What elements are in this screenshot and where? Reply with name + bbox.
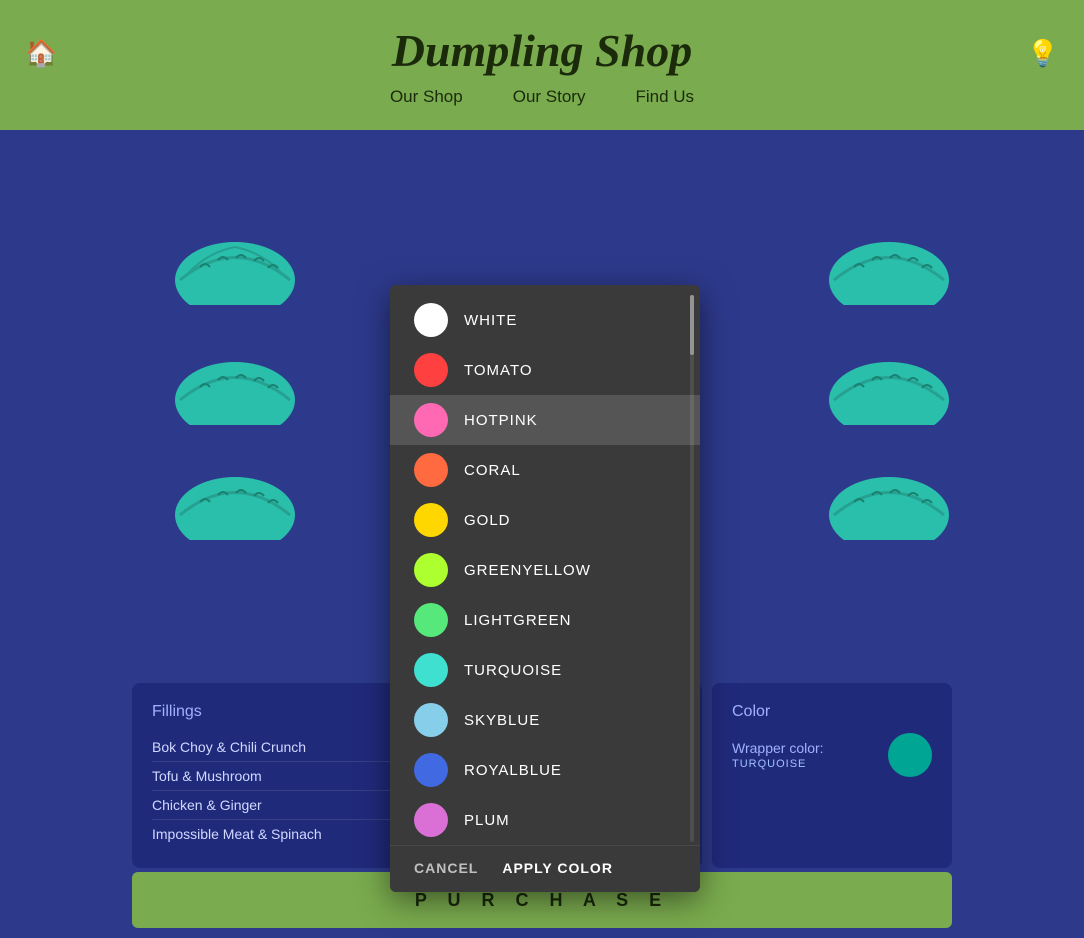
current-color-name: TURQUOISE bbox=[732, 758, 824, 770]
color-dot-hotpink bbox=[414, 403, 448, 437]
home-icon[interactable]: 🏠 bbox=[25, 38, 57, 69]
dumpling-decoration bbox=[170, 345, 300, 425]
color-label-white: WHITE bbox=[464, 312, 517, 329]
color-card: Color Wrapper color: TURQUOISE bbox=[712, 683, 952, 868]
color-option-lightgreen[interactable]: LIGHTGREEN bbox=[390, 595, 700, 645]
fillings-list: Bok Choy & Chili CrunchTofu & MushroomCh… bbox=[152, 733, 392, 848]
color-label-hotpink: HOTPINK bbox=[464, 412, 538, 429]
color-label-turquoise: TURQUOISE bbox=[464, 662, 562, 679]
color-dot-coral bbox=[414, 453, 448, 487]
brightness-icon[interactable]: 💡 bbox=[1027, 38, 1059, 69]
color-dot-tomato bbox=[414, 353, 448, 387]
color-dot-gold bbox=[414, 503, 448, 537]
apply-color-button[interactable]: APPLY COLOR bbox=[502, 860, 613, 876]
wrapper-color-label: Wrapper color: bbox=[732, 740, 824, 756]
color-dot-turquoise bbox=[414, 653, 448, 687]
color-label-tomato: TOMATO bbox=[464, 362, 533, 379]
main-area: WHITE TOMATO HOTPINK CORAL GOLD GREENYELLOW LI… bbox=[0, 130, 1084, 938]
nav-our-story[interactable]: Our Story bbox=[513, 87, 586, 107]
dumpling-decoration bbox=[170, 460, 300, 540]
dumpling-decoration bbox=[824, 225, 954, 305]
color-dot-skyblue bbox=[414, 703, 448, 737]
color-label-gold: GOLD bbox=[464, 512, 511, 529]
color-label-plum: PLUM bbox=[464, 812, 510, 829]
color-option-gold[interactable]: GOLD bbox=[390, 495, 700, 545]
color-option-white[interactable]: WHITE bbox=[390, 295, 700, 345]
color-option-skyblue[interactable]: SKYBLUE bbox=[390, 695, 700, 745]
filling-item: Impossible Meat & Spinach bbox=[152, 820, 392, 848]
color-label-royalblue: ROYALBLUE bbox=[464, 762, 562, 779]
color-option-greenyellow[interactable]: GREENYELLOW bbox=[390, 545, 700, 595]
color-dot-royalblue bbox=[414, 753, 448, 787]
fillings-card: Fillings Bok Choy & Chili CrunchTofu & M… bbox=[132, 683, 412, 868]
color-option-turquoise[interactable]: TURQUOISE bbox=[390, 645, 700, 695]
nav-our-shop[interactable]: Our Shop bbox=[390, 87, 463, 107]
color-label-coral: CORAL bbox=[464, 462, 521, 479]
color-option-plum[interactable]: PLUM bbox=[390, 795, 700, 845]
color-card-title: Color bbox=[732, 703, 932, 721]
color-dot-white bbox=[414, 303, 448, 337]
color-label-greenyellow: GREENYELLOW bbox=[464, 562, 591, 579]
main-nav: Our Shop Our Story Find Us bbox=[390, 87, 694, 107]
wrapper-color-row: Wrapper color: TURQUOISE bbox=[732, 733, 932, 777]
cancel-button[interactable]: CANCEL bbox=[414, 860, 478, 876]
filling-item: Bok Choy & Chili Crunch bbox=[152, 733, 392, 762]
color-option-tomato[interactable]: TOMATO bbox=[390, 345, 700, 395]
color-swatch-display[interactable] bbox=[888, 733, 932, 777]
header: 🏠 Dumpling Shop Our Shop Our Story Find … bbox=[0, 0, 1084, 130]
nav-find-us[interactable]: Find Us bbox=[635, 87, 694, 107]
fillings-card-title: Fillings bbox=[152, 703, 392, 721]
color-label-lightgreen: LIGHTGREEN bbox=[464, 612, 572, 629]
app-title: Dumpling Shop bbox=[392, 24, 692, 77]
scrollbar-track[interactable] bbox=[690, 295, 694, 842]
wrapper-color-info: Wrapper color: TURQUOISE bbox=[732, 740, 824, 770]
color-option-coral[interactable]: CORAL bbox=[390, 445, 700, 495]
color-dot-lightgreen bbox=[414, 603, 448, 637]
scrollbar-thumb[interactable] bbox=[690, 295, 694, 355]
dumpling-decoration bbox=[824, 345, 954, 425]
dumpling-decoration bbox=[824, 460, 954, 540]
color-option-royalblue[interactable]: ROYALBLUE bbox=[390, 745, 700, 795]
color-options-list: WHITE TOMATO HOTPINK CORAL GOLD GREENYELLOW LI… bbox=[390, 295, 700, 845]
color-option-hotpink[interactable]: HOTPINK bbox=[390, 395, 700, 445]
dumpling-decoration bbox=[170, 225, 300, 305]
filling-item: Tofu & Mushroom bbox=[152, 762, 392, 791]
color-label-skyblue: SKYBLUE bbox=[464, 712, 540, 729]
color-dot-greenyellow bbox=[414, 553, 448, 587]
color-picker-dropdown: WHITE TOMATO HOTPINK CORAL GOLD GREENYELLOW LI… bbox=[390, 285, 700, 892]
color-dot-plum bbox=[414, 803, 448, 837]
filling-item: Chicken & Ginger bbox=[152, 791, 392, 820]
dropdown-actions: CANCEL APPLY COLOR bbox=[390, 845, 700, 892]
